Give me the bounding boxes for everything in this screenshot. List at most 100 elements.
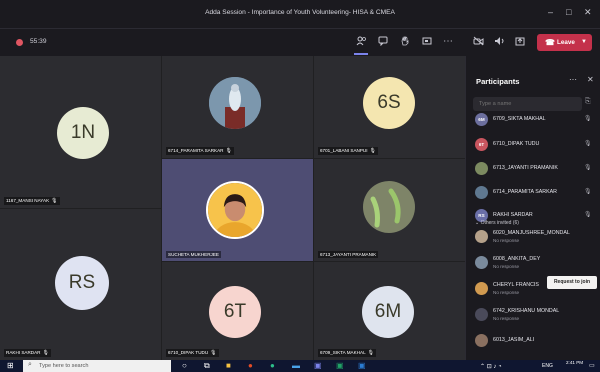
participant-name: 6714_PARAMITA SARKAR <box>493 189 557 195</box>
breakout-rooms-icon[interactable] <box>420 36 434 49</box>
raise-hand-icon[interactable] <box>398 36 412 49</box>
avatar-initials: 1N <box>70 122 96 143</box>
participant-row[interactable]: 6013_JASIM_ALI <box>466 331 600 351</box>
others-invited-section[interactable]: ⌄ Others invited (6) <box>475 220 519 226</box>
avatar-initials: 6T <box>223 301 247 322</box>
avatar <box>475 282 488 295</box>
participant-row[interactable]: 6742_KRISHANU MONDAL No response <box>466 305 600 325</box>
mic-muted-icon: 🎙 <box>369 148 376 154</box>
participant-name: 6020_MANJUSHREE_MONDAL <box>493 230 570 236</box>
participant-name: 6013_JASIM_ALI <box>493 337 535 343</box>
avatar-initials: 6M <box>374 301 402 322</box>
participant-row[interactable]: 6714_PARAMITA SARKAR 🎙 <box>466 183 600 203</box>
participant-name: 6709_SIKTA MAKHAL <box>320 350 366 355</box>
edge-icon[interactable]: ● <box>270 361 275 370</box>
participant-row[interactable]: 6020_MANJUSHREE_MONDAL No response <box>466 227 600 247</box>
clock[interactable]: 2:41 PM <box>566 360 583 366</box>
file-explorer-icon[interactable]: ■ <box>226 361 231 370</box>
video-tile-active-speaker[interactable]: SUCHETA MUKHERJEE <box>162 159 313 261</box>
more-options-icon[interactable]: ⋯ <box>569 75 577 84</box>
participant-name-label: RAKHI SARDAR 🎙 <box>4 349 51 357</box>
excel-icon[interactable]: ▣ <box>336 361 344 370</box>
video-tile[interactable]: 6714_PARAMITA SARKAR 🎙 <box>162 56 313 158</box>
windows-taskbar: ⊞ ⌕ Type here to search ○ ⧉ ■ ● ● ▬ ▣ ▣ … <box>0 360 600 372</box>
participant-name: CHERYL FRANCIS <box>493 282 539 288</box>
search-icon: ⌕ <box>28 361 32 368</box>
title-bar: Adda Session - Importance of Youth Volun… <box>0 0 600 29</box>
avatar <box>475 256 488 269</box>
participant-status: No response <box>493 238 520 243</box>
chat-icon[interactable] <box>376 36 390 49</box>
mic-muted-icon: 🎙 <box>584 141 592 147</box>
restore-button[interactable]: □ <box>566 7 571 17</box>
mic-icon[interactable] <box>492 36 506 49</box>
video-tile[interactable]: 6T 6710_DIPAK TUDU 🎙 <box>162 262 313 360</box>
avatar-photo <box>206 181 264 239</box>
participant-row[interactable]: 6M 6709_SIKTA MAKHAL 🎙 <box>466 110 600 130</box>
mic-muted-icon: 🎙 <box>42 350 49 356</box>
participant-name-label: 6714_PARAMITA SARKAR 🎙 <box>166 147 234 155</box>
share-screen-icon[interactable] <box>513 36 527 49</box>
taskbar-search[interactable]: ⌕ Type here to search <box>23 360 171 372</box>
video-tile[interactable]: 6713_JAYANTI PRAMANIK <box>314 159 465 261</box>
participants-panel: Participants ⋯ ✕ ⎘ 6M6709_SIKTA MAKHAL🎙6… <box>465 56 600 360</box>
avatar: 6T <box>209 286 261 338</box>
mic-muted-icon: 🎙 <box>584 189 592 195</box>
task-view-icon[interactable]: ⧉ <box>204 361 210 371</box>
mic-muted-icon: 🎙 <box>51 198 58 204</box>
leave-button[interactable]: ☎ Leave ▼ <box>537 34 592 51</box>
chrome-icon[interactable]: ● <box>248 361 253 370</box>
video-tile[interactable]: RS RAKHI SARDAR 🎙 <box>0 209 161 360</box>
leave-label: Leave <box>557 39 575 46</box>
avatar-photo <box>363 181 415 233</box>
participant-name: 6709_SIKTA MAKHAL <box>493 116 546 122</box>
video-tile[interactable]: 1N 1167_MANSI NAYAK 🎙 <box>0 56 161 208</box>
mic-muted-icon: 🎙 <box>584 165 592 171</box>
cortana-icon[interactable]: ○ <box>182 361 187 370</box>
call-timer: 55:39 <box>30 38 47 45</box>
close-window-button[interactable]: ✕ <box>584 7 592 18</box>
camera-off-icon[interactable] <box>471 36 485 49</box>
participant-name-label: 6713_JAYANTI PRAMANIK <box>318 251 379 258</box>
close-panel-icon[interactable]: ✕ <box>587 75 594 84</box>
windows-start-icon[interactable]: ⊞ <box>7 361 14 370</box>
participant-name-label: 6709_SIKTA MAKHAL 🎙 <box>318 349 376 357</box>
share-invite-icon[interactable]: ⎘ <box>585 98 591 106</box>
mic-muted-icon: 🎙 <box>584 212 592 218</box>
participant-name: SUCHETA MUKHERJEE <box>168 252 219 257</box>
participant-name: 6713_JAYANTI PRAMANIK <box>493 165 558 171</box>
video-tile[interactable]: 6S 6701_LABANI SANPUI 🎙 <box>314 56 465 158</box>
minimize-button[interactable]: – <box>548 7 553 17</box>
call-controls: 55:39 ⋯ ☎ Leave ▼ <box>0 29 600 56</box>
language-indicator[interactable]: ENG <box>542 363 553 369</box>
more-options-icon[interactable]: ⋯ <box>441 36 455 47</box>
chevron-down-icon: ▼ <box>581 39 587 45</box>
participant-name: 6008_ANKITA_DEY <box>493 256 541 262</box>
avatar-initials: 6S <box>377 92 401 113</box>
avatar <box>475 186 488 199</box>
search-placeholder: Type here to search <box>39 363 89 369</box>
participant-name: 6714_PARAMITA SARKAR <box>168 148 224 153</box>
mail-icon[interactable]: ▬ <box>292 361 300 370</box>
mic-muted-icon: 🎙 <box>367 350 374 356</box>
avatar: RS <box>55 256 109 310</box>
participant-name: 1167_MANSI NAYAK <box>6 198 50 203</box>
system-tray-icons[interactable]: ⌃ ⊡ ♪ ◔ <box>480 363 502 370</box>
participants-icon[interactable] <box>354 36 368 55</box>
teams-icon[interactable]: ▣ <box>314 361 322 370</box>
notifications-icon[interactable]: ▭ <box>589 362 595 369</box>
participant-name-label: SUCHETA MUKHERJEE <box>166 251 221 258</box>
mic-muted-icon: 🎙 <box>210 350 217 356</box>
participant-row[interactable]: 6713_JAYANTI PRAMANIK 🎙 <box>466 159 600 179</box>
request-to-join-tooltip[interactable]: Request to join <box>547 276 597 289</box>
participant-row[interactable]: 6T 6710_DIPAK TUDU 🎙 <box>466 135 600 155</box>
participant-row[interactable]: 6008_ANKITA_DEY No response <box>466 253 600 273</box>
avatar <box>475 334 488 347</box>
avatar <box>475 230 488 243</box>
participant-name-label: 1167_MANSI NAYAK 🎙 <box>4 197 60 205</box>
clock-time: 2:41 PM <box>566 360 584 365</box>
video-tile[interactable]: 6M 6709_SIKTA MAKHAL 🎙 <box>314 262 465 360</box>
avatar: 6S <box>363 77 415 129</box>
participant-search-input[interactable] <box>473 97 582 111</box>
word-icon[interactable]: ▣ <box>358 361 366 370</box>
